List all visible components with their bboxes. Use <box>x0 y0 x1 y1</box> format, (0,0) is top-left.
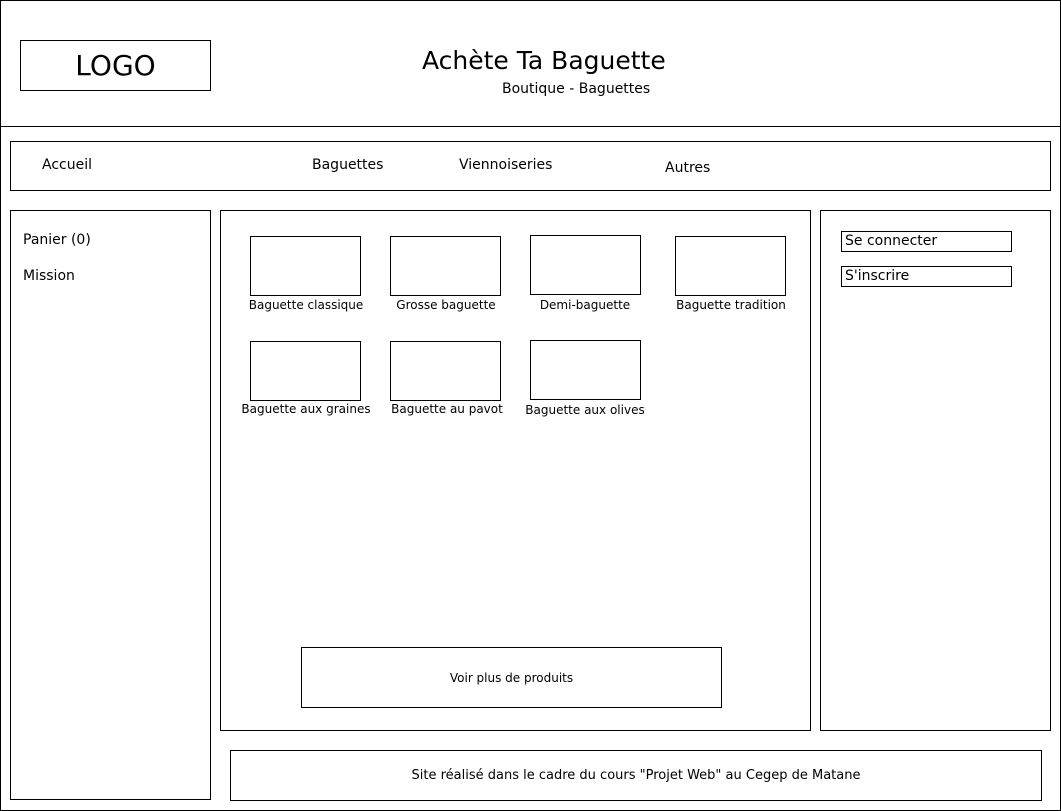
product-image[interactable] <box>390 236 501 296</box>
right-sidebar: Se connecter S'inscrire <box>820 210 1051 731</box>
logo[interactable]: LOGO <box>20 40 211 91</box>
product-grid: Baguette classique Grosse baguette Demi-… <box>220 210 811 731</box>
nav-item-accueil[interactable]: Accueil <box>42 157 92 173</box>
mission-link[interactable]: Mission <box>23 268 75 284</box>
login-button[interactable]: Se connecter <box>841 231 1012 252</box>
navbar: Accueil Baguettes Viennoiseries Autres <box>10 141 1051 191</box>
product-name[interactable]: Demi-baguette <box>510 298 660 312</box>
product-image[interactable] <box>390 341 501 401</box>
product-image[interactable] <box>675 236 786 296</box>
site-title: Achète Ta Baguette <box>422 46 666 75</box>
product-name[interactable]: Baguette classique <box>231 298 381 312</box>
cart-link[interactable]: Panier (0) <box>23 232 91 248</box>
nav-item-viennoiseries[interactable]: Viennoiseries <box>459 157 552 173</box>
product-name[interactable]: Baguette tradition <box>656 298 806 312</box>
nav-item-baguettes[interactable]: Baguettes <box>312 157 383 173</box>
product-image[interactable] <box>530 235 641 295</box>
footer: Site réalisé dans le cadre du cours "Pro… <box>230 750 1042 801</box>
left-sidebar: Panier (0) Mission <box>10 210 211 800</box>
product-name[interactable]: Baguette aux graines <box>231 402 381 416</box>
product-image[interactable] <box>250 341 361 401</box>
product-name[interactable]: Baguette aux olives <box>510 403 660 417</box>
signup-button[interactable]: S'inscrire <box>841 266 1012 287</box>
more-products-button[interactable]: Voir plus de produits <box>301 647 722 708</box>
nav-item-autres[interactable]: Autres <box>665 160 710 176</box>
product-image[interactable] <box>250 236 361 296</box>
product-name[interactable]: Baguette au pavot <box>372 402 522 416</box>
site-subtitle: Boutique - Baguettes <box>502 81 651 97</box>
product-image[interactable] <box>530 340 641 400</box>
product-name[interactable]: Grosse baguette <box>371 298 521 312</box>
